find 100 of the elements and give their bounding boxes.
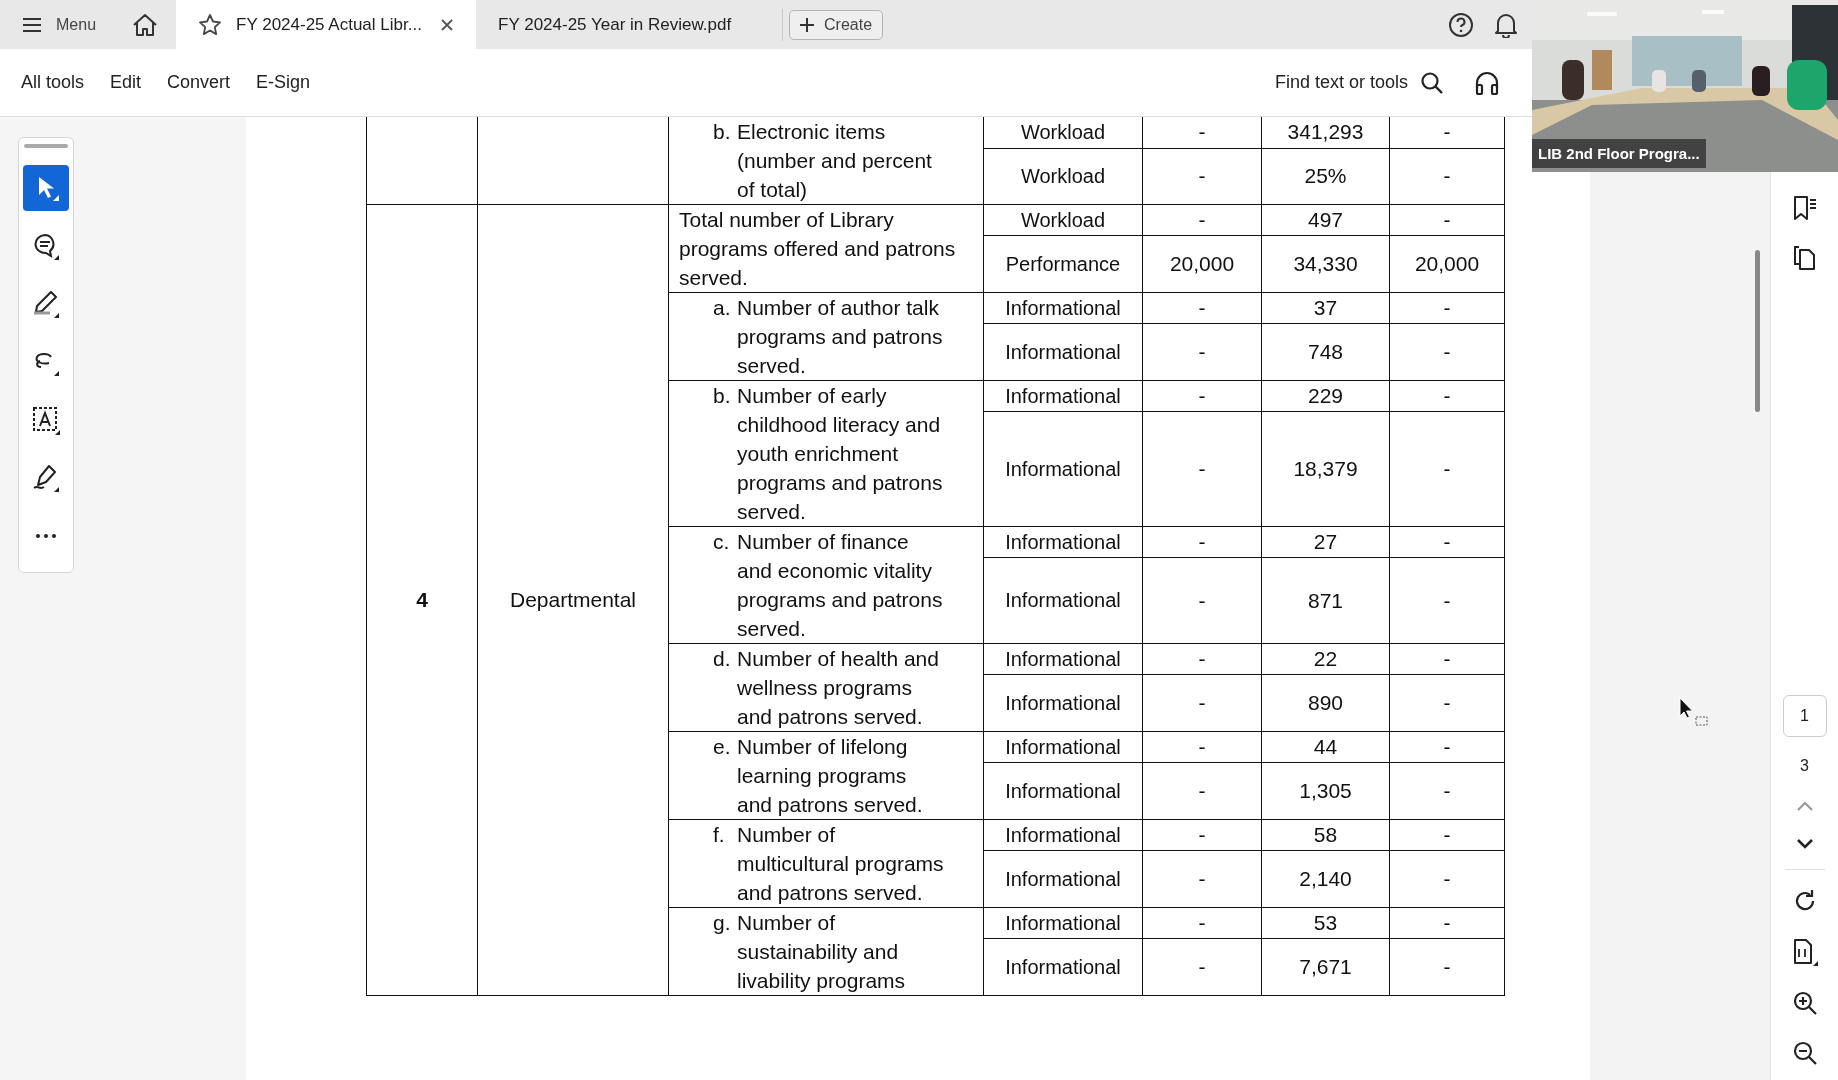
list-letter: a. (713, 295, 732, 321)
chevron-down-icon[interactable] (1794, 837, 1815, 851)
table-cell: - (1443, 588, 1451, 612)
table-cell: 20,000 (1414, 252, 1480, 275)
table-cell: - (1443, 384, 1451, 407)
table-cell: - (1198, 955, 1206, 978)
toolbar-button[interactable]: All tools (8, 64, 98, 101)
table-cell: Informational (1005, 823, 1121, 846)
table-cell: - (1443, 647, 1451, 670)
table-cell: 53 (1313, 911, 1338, 934)
zoom-in-icon[interactable] (1791, 990, 1818, 1016)
table-cell: Informational (1005, 691, 1121, 714)
table-cell-text: Number of author talk programs and patrons served. (737, 295, 944, 379)
highlighter-icon (31, 289, 61, 319)
table-cell: Informational (1005, 384, 1121, 407)
table-cell: 7,671 (1299, 955, 1352, 978)
table-cell: 871 (1307, 588, 1343, 612)
table-cell: - (1198, 296, 1206, 319)
table-cell: 890 (1307, 691, 1343, 714)
table-cell: - (1443, 208, 1451, 231)
table-cell: - (1198, 384, 1206, 407)
table-cell: 497 (1307, 208, 1343, 231)
list-letter: e. (713, 734, 732, 760)
cursor-icon (1678, 697, 1710, 727)
list-letter: d. (713, 646, 732, 672)
table-cell-text: Number of lifelong learning programs and patrons served. (737, 734, 924, 818)
table-cell: Informational (1005, 735, 1121, 758)
help-icon[interactable] (1448, 11, 1474, 38)
document-tab[interactable]: FY 2024-25 Actual Libr... (176, 0, 477, 49)
text-box-icon (31, 405, 61, 435)
table-cell: 4 (416, 588, 428, 611)
table-cell: Workload (1020, 120, 1106, 143)
table-cell: Informational (1005, 647, 1121, 670)
toolbar-button[interactable]: Edit (97, 64, 155, 101)
list-letter: b. (713, 383, 732, 409)
notification-icon[interactable] (1494, 11, 1518, 38)
home-icon (132, 12, 159, 37)
table-cell: - (1443, 296, 1451, 319)
toolbar-button[interactable]: Convert (154, 64, 244, 101)
table-cell: Informational (1005, 589, 1121, 611)
table-cell: - (1443, 164, 1451, 188)
table-cell: Performance (1005, 252, 1121, 275)
headphones-icon[interactable] (1474, 69, 1500, 96)
table-cell: 341,293 (1287, 120, 1364, 144)
table-cell: - (1198, 457, 1206, 480)
star-icon[interactable] (198, 12, 223, 37)
table-cell: 27 (1313, 530, 1338, 553)
drag-handle[interactable] (24, 144, 68, 148)
table-cell: - (1198, 911, 1206, 934)
table-cell: - (1198, 588, 1206, 612)
table-cell: 34,330 (1293, 252, 1358, 275)
menu-button[interactable]: Menu (0, 0, 115, 49)
table-cell: - (1443, 120, 1451, 144)
table-cell: - (1443, 867, 1451, 890)
table-cell: - (1198, 164, 1206, 188)
table-cell: - (1198, 779, 1206, 802)
bookmark-icon[interactable] (1791, 195, 1818, 221)
table-cell: - (1198, 120, 1206, 144)
scrollbar-thumb[interactable] (1755, 250, 1760, 412)
table-cell: - (1198, 647, 1206, 670)
search-button[interactable]: Find text or tools (1268, 69, 1450, 96)
list-letter: g. (713, 910, 732, 936)
table-cell: - (1198, 735, 1206, 758)
table-cell-text: Number of sustainability and livability programs (737, 910, 907, 994)
plus-icon (800, 17, 815, 32)
table-cell: Informational (1005, 955, 1121, 978)
tab-label: FY 2024-25 Year in Review.pdf (498, 14, 732, 35)
table-cell: 18,379 (1293, 457, 1358, 480)
table-cell: Workload (1020, 164, 1106, 187)
document-tab[interactable]: FY 2024-25 Year in Review.pdf (476, 0, 777, 49)
zoom-out-icon[interactable] (1791, 1040, 1818, 1066)
table-cell-text: Number of multicultural programs and patrons served. (737, 822, 945, 906)
table-cell: - (1443, 779, 1451, 802)
table-cell: - (1198, 530, 1206, 553)
table-cell: 44 (1313, 735, 1338, 758)
table-cell: - (1198, 208, 1206, 231)
comment-icon (31, 231, 61, 261)
search-icon (1420, 70, 1444, 95)
page-count: 3 (1800, 757, 1809, 775)
table-cell: 20,000 (1169, 252, 1235, 275)
page-number-field[interactable]: 1 (1782, 695, 1827, 737)
toolbar-button[interactable]: E-Sign (243, 64, 324, 101)
pages-icon[interactable] (1791, 245, 1818, 271)
table-cell: 58 (1313, 823, 1338, 846)
close-icon[interactable] (440, 17, 455, 32)
pen-icon (31, 463, 61, 493)
table-cell: - (1198, 823, 1206, 846)
table-cell: Informational (1005, 779, 1121, 802)
table-cell: Informational (1005, 911, 1121, 934)
menu-icon (22, 16, 42, 33)
create-button[interactable]: Create (789, 9, 884, 40)
table-cell: - (1443, 530, 1451, 553)
table-cell: - (1443, 823, 1451, 846)
table-cell-text: Number of finance and economic vitality programs and patrons served. (737, 529, 944, 642)
table-cell: - (1198, 691, 1206, 714)
table-cell: Workload (1020, 208, 1106, 231)
list-letter: f. (713, 822, 726, 848)
table-cell-text: Electronic items (number and percent of total) (737, 119, 933, 203)
table-cell: Departmental (509, 588, 637, 611)
table-cell: 229 (1307, 384, 1343, 407)
